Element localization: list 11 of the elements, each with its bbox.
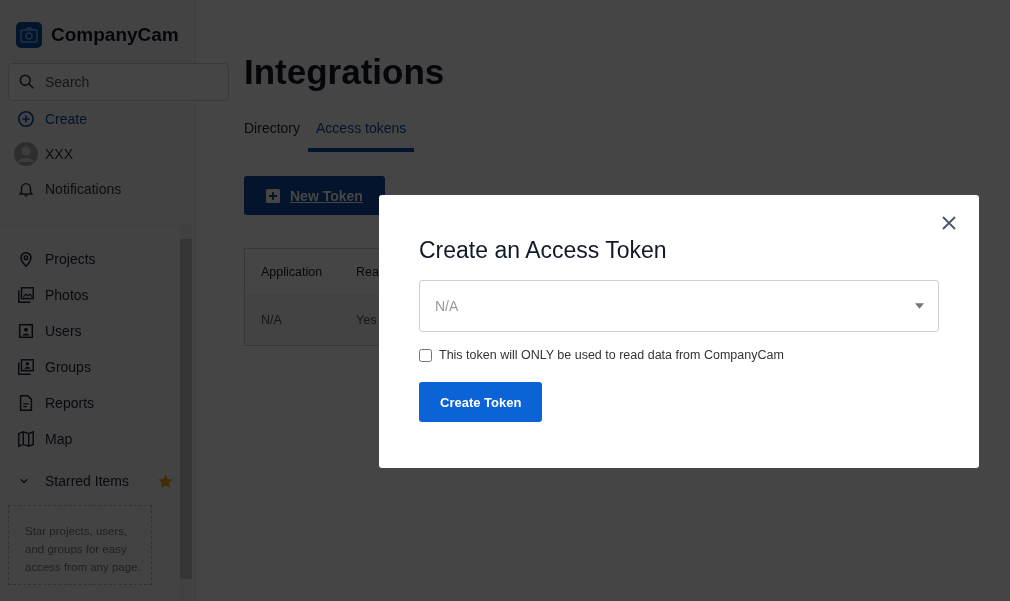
application-select[interactable]: N/A xyxy=(419,280,939,332)
column-header: Rea xyxy=(356,264,380,279)
checkbox-label: This token will ONLY be used to read data from CompanyCam xyxy=(439,348,784,362)
create-token-button[interactable]: Create Token xyxy=(419,382,543,422)
close-icon xyxy=(941,215,957,231)
dropdown-caret-icon xyxy=(915,303,924,309)
dialog-title: Create an Access Token xyxy=(419,237,668,264)
read-only-checkbox[interactable] xyxy=(419,348,432,362)
column-header: Application xyxy=(261,264,324,279)
page-title: Integrations xyxy=(244,52,446,92)
logo-text: CompanyCam xyxy=(51,24,179,46)
